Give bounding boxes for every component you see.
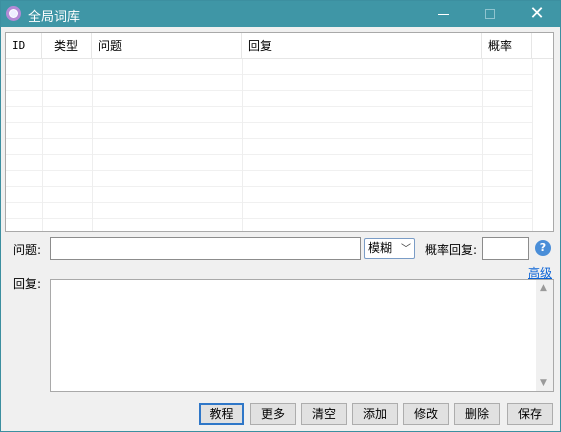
column-divider <box>242 59 243 231</box>
column-header-id[interactable]: ID <box>6 33 42 59</box>
column-header-type[interactable]: 类型 <box>42 33 92 59</box>
probability-input[interactable] <box>482 237 529 260</box>
table-row[interactable] <box>6 75 532 91</box>
question-input[interactable] <box>50 237 361 260</box>
help-icon[interactable]: ? <box>535 240 551 256</box>
table-row[interactable] <box>6 171 532 187</box>
close-icon: ✕ <box>529 3 545 24</box>
match-mode-select[interactable]: 模糊 ﹀ <box>364 238 415 259</box>
title-bar[interactable]: 全局词库 ✕ <box>1 1 560 27</box>
reply-label: 回复: <box>13 277 42 291</box>
lexicon-table[interactable]: ID 类型 问题 回复 概率 <box>5 32 554 232</box>
column-header-question[interactable]: 问题 <box>92 33 242 59</box>
tutorial-button[interactable]: 教程 <box>199 403 244 425</box>
save-button[interactable]: 保存 <box>507 403 553 425</box>
column-divider <box>532 59 533 231</box>
column-header-filler <box>532 33 553 59</box>
match-mode-value: 模糊 <box>368 241 393 255</box>
minimize-icon <box>438 14 449 15</box>
reply-scrollbar[interactable]: ▲ ▼ <box>536 280 553 391</box>
table-row[interactable] <box>6 123 532 139</box>
minimize-button[interactable] <box>421 1 467 27</box>
maximize-button[interactable] <box>467 1 513 27</box>
column-divider <box>42 59 43 231</box>
table-row[interactable] <box>6 139 532 155</box>
table-row[interactable] <box>6 187 532 203</box>
question-label: 问题: <box>13 243 42 257</box>
table-row[interactable] <box>6 59 532 75</box>
table-row[interactable] <box>6 107 532 123</box>
clear-button[interactable]: 清空 <box>301 403 347 425</box>
window-title: 全局词库 <box>28 10 81 25</box>
maximize-icon <box>485 9 495 19</box>
more-button[interactable]: 更多 <box>250 403 296 425</box>
edit-button[interactable]: 修改 <box>403 403 449 425</box>
add-button[interactable]: 添加 <box>352 403 398 425</box>
probability-label: 概率回复: <box>425 243 478 257</box>
table-row[interactable] <box>6 203 532 219</box>
table-row[interactable] <box>6 219 532 231</box>
table-row[interactable] <box>6 155 532 171</box>
table-header: ID 类型 问题 回复 概率 <box>6 33 553 59</box>
column-header-reply[interactable]: 回复 <box>242 33 482 59</box>
scroll-down-icon[interactable]: ▼ <box>540 378 547 388</box>
column-header-probability[interactable]: 概率 <box>482 33 532 59</box>
app-logo-icon <box>6 6 21 21</box>
chevron-down-icon: ﹀ <box>401 244 411 255</box>
scroll-up-icon[interactable]: ▲ <box>540 283 547 293</box>
column-divider <box>92 59 93 231</box>
table-row[interactable] <box>6 91 532 107</box>
close-button[interactable]: ✕ <box>514 1 560 27</box>
column-divider <box>482 59 483 231</box>
reply-textarea[interactable]: ▲ ▼ <box>50 279 554 392</box>
main-window: 全局词库 ✕ ID 类型 问题 回复 概率 问题: 模糊 ﹀ 概率回复: ? 高… <box>0 0 561 432</box>
delete-button[interactable]: 删除 <box>454 403 500 425</box>
